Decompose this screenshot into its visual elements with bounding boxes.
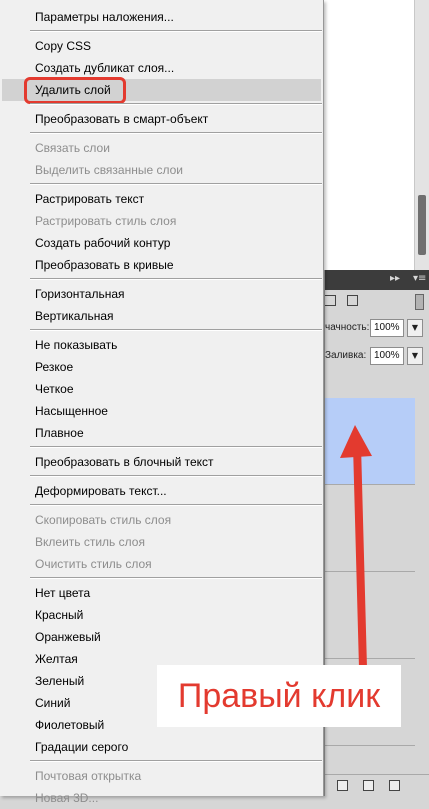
menu-separator [30,103,322,105]
collapse-panel-icon[interactable]: ▸▸ [390,273,400,284]
opacity-dropdown-icon[interactable]: ▼ [407,319,423,337]
panel-menu-icon[interactable]: ▾≡ [413,273,426,284]
menu-separator [30,504,322,506]
menu-item-16[interactable]: Горизонтальная [2,283,321,305]
menu-separator [30,30,322,32]
menu-item-20[interactable]: Резкое [2,356,321,378]
scrollbar-thumb[interactable] [418,195,426,255]
menu-item-11[interactable]: Растрировать текст [2,188,321,210]
menu-separator [30,278,322,280]
menu-item-8: Связать слои [35,141,110,155]
canvas-vertical-scrollbar[interactable] [414,0,429,270]
menu-separator [30,760,322,762]
right-click-callout: Правый клик [157,665,401,727]
menu-item-14[interactable]: Преобразовать в кривые [2,254,321,276]
opacity-row: чачность: 100% ▼ [325,318,429,340]
menu-item-9: Выделить связанные слои [35,163,184,177]
menu-item-3[interactable]: Создать дубликат слоя... [2,57,321,79]
menu-item-42: Почтовая открытка [35,769,142,783]
fill-input[interactable]: 100% [370,347,404,365]
menu-separator [30,577,322,579]
layers-panel-header: ▸▸ ▾≡ [325,270,429,290]
new-layer-icon[interactable] [363,780,374,791]
menu-item-29: Скопировать стиль слоя [35,513,172,527]
menu-separator [30,183,322,185]
lock-position-icon[interactable] [347,295,358,306]
menu-item-23[interactable]: Плавное [2,422,321,444]
lock-transparency-icon[interactable] [325,295,336,306]
menu-item-35[interactable]: Оранжевый [2,626,321,648]
layer-row-selected[interactable] [325,398,415,485]
menu-item-25[interactable]: Преобразовать в блочный текст [2,451,321,473]
layer-row[interactable] [325,572,415,659]
menu-item-33[interactable]: Нет цвета [2,582,321,604]
menu-item-13[interactable]: Создать рабочий контур [2,232,321,254]
fill-row: Заливка: 100% ▼ [325,346,429,368]
menu-item-12: Растрировать стиль слоя [35,214,177,228]
menu-item-22[interactable]: Насыщенное [2,400,321,422]
menu-item-40[interactable]: Градации серого [2,736,321,758]
opacity-input[interactable]: 100% [370,319,404,337]
menu-item-30: Вклеить стиль слоя [35,535,145,549]
menu-item-0[interactable]: Параметры наложения... [2,6,321,28]
menu-item-17[interactable]: Вертикальная [2,305,321,327]
layer-lock-toolbar [325,291,429,313]
menu-separator [30,329,322,331]
fill-dropdown-icon[interactable]: ▼ [407,347,423,365]
menu-separator [30,132,322,134]
menu-item-34[interactable]: Красный [2,604,321,626]
menu-item-2[interactable]: Copy CSS [2,35,321,57]
menu-item-31: Очистить стиль слоя [35,557,152,571]
layers-panel-footer [325,774,429,797]
panel-resize-handle[interactable] [415,294,424,310]
menu-item-19[interactable]: Не показывать [2,334,321,356]
menu-item-21[interactable]: Четкое [2,378,321,400]
menu-item-43: Новая 3D... [35,791,99,805]
menu-separator [30,446,322,448]
menu-separator [30,475,322,477]
red-highlight-outline [24,77,126,104]
document-canvas [324,0,414,270]
trash-icon[interactable] [389,780,400,791]
menu-item-27[interactable]: Деформировать текст... [2,480,321,502]
opacity-label: чачность: [325,322,370,333]
layer-row[interactable] [325,485,415,572]
new-group-icon[interactable] [337,780,348,791]
menu-item-6[interactable]: Преобразовать в смарт-объект [2,108,321,130]
fill-label: Заливка: [325,350,367,361]
